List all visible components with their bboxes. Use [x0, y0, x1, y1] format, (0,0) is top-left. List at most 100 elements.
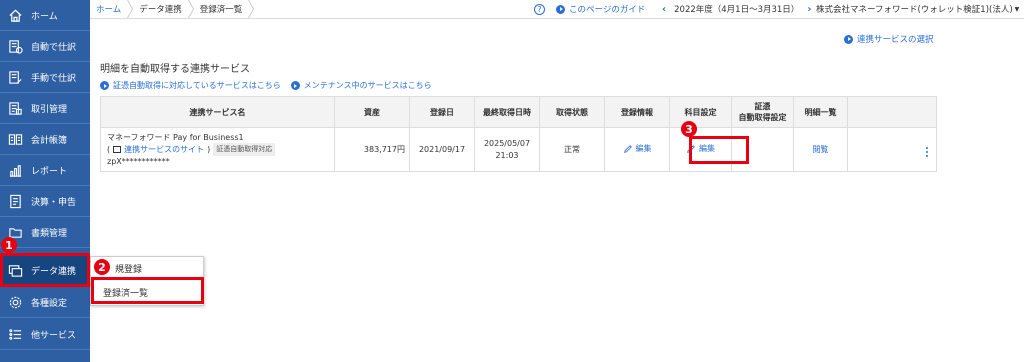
external-link-icon	[113, 146, 122, 153]
col-header: 明細一覧	[793, 96, 848, 128]
kebab-menu-icon[interactable]	[925, 146, 928, 157]
breadcrumb-separator-icon	[187, 0, 194, 18]
reg-info-edit-button[interactable]: 編集	[623, 143, 652, 154]
paren-open: (	[107, 145, 111, 154]
last-fetch-time: 21:03	[495, 150, 519, 160]
step-badge-2: 2	[94, 259, 110, 275]
caret-down-icon: ▼	[1014, 5, 1020, 13]
col-header: 取得状態	[539, 96, 605, 128]
arrow-circle-icon	[844, 34, 853, 44]
sidebar-item-ledger[interactable]: 会計帳簿	[0, 124, 90, 155]
sidebar-item-label: 書類管理	[31, 228, 68, 239]
highlight-box-account-setting	[689, 136, 749, 164]
col-header	[847, 96, 937, 128]
section-title: 明細を自動取得する連携サービス	[100, 64, 250, 75]
col-header: 登録日	[409, 96, 475, 128]
sidebar-item-settings[interactable]: 各種設定	[0, 287, 90, 318]
sidebar-item-label: ホーム	[31, 11, 58, 22]
service-site-link[interactable]: 連携サービスのサイト	[124, 144, 204, 155]
maintenance-services-link[interactable]: メンテナンス中のサービスはこちら	[304, 80, 432, 91]
sidebar-item-transactions[interactable]: 取引管理	[0, 93, 90, 124]
col-header: 証憑 自動取得設定	[731, 96, 794, 128]
sidebar-item-label: 取引管理	[31, 104, 68, 115]
view-detail-link[interactable]: 閲覧	[813, 145, 829, 154]
actions-cell	[847, 127, 937, 172]
sidebar-item-label: 各種設定	[31, 298, 68, 309]
breadcrumb-data-link[interactable]: データ連携	[139, 3, 182, 15]
prev-year-icon[interactable]: ‹	[662, 4, 666, 15]
breadcrumb-current: 登録済一覧	[199, 5, 243, 15]
registered-date-cell: 2021/09/17	[409, 127, 475, 172]
sidebar-item-report[interactable]: レポート	[0, 155, 90, 186]
table-header-row: 連携サービス名 資産 登録日 最終取得日時 取得状態 登録情報 科目設定 証憑 …	[100, 96, 937, 128]
fiscal-year-label: 2022年度（4月1日〜3月31日）	[674, 5, 800, 15]
company-name: 株式会社マネーフォワード(ウォレット検証1)(法人)	[816, 5, 1013, 15]
arrow-circle-icon	[556, 4, 565, 14]
transaction-icon	[6, 99, 24, 117]
select-service-link[interactable]: 連携サービスの選択	[844, 33, 934, 45]
report-icon	[6, 161, 24, 179]
ledger-icon	[6, 130, 24, 148]
col-header: 連携サービス名	[100, 96, 335, 128]
reg-info-cell: 編集	[604, 127, 670, 172]
service-name-cell: マネーフォワード Pay for Business1 ( 連携サービスのサイト …	[100, 127, 335, 172]
highlight-box-data-link	[0, 253, 90, 287]
sidebar-item-label: 他サービス	[31, 330, 77, 341]
auto-journal-icon	[6, 37, 24, 55]
highlight-box-registered-list	[91, 277, 204, 304]
breadcrumb: ホーム データ連携 登録済一覧	[96, 0, 260, 18]
closing-icon	[6, 192, 24, 210]
sidebar: ホーム 自動で仕訳 手動で仕訳 取引管理 会計帳簿 レポート 決算・申告 書類管…	[0, 0, 90, 362]
info-links: 証憑自動取得に対応しているサービスはこちら メンテナンス中のサービスはこちら	[100, 80, 432, 91]
breadcrumb-separator-icon	[127, 0, 134, 18]
sidebar-item-auto-journal[interactable]: 自動で仕訳	[0, 31, 90, 62]
select-service-label: 連携サービスの選択	[857, 35, 934, 45]
col-header: 登録情報	[604, 96, 670, 128]
next-year-icon[interactable]: ›	[807, 4, 811, 15]
last-fetch-cell: 2025/05/07 21:03	[474, 127, 540, 172]
service-name: マネーフォワード Pay for Business1	[107, 133, 244, 142]
sidebar-item-label: 手動で仕訳	[31, 73, 77, 84]
manual-journal-icon	[6, 68, 24, 86]
supported-services-link[interactable]: 証憑自動取得に対応しているサービスはこちら	[113, 80, 281, 91]
list-icon	[6, 325, 24, 343]
sidebar-item-label: 自動で仕訳	[31, 42, 77, 53]
col-header: 最終取得日時	[474, 96, 540, 128]
breadcrumb-separator-icon	[248, 0, 255, 18]
asset-cell: 383,717円	[334, 127, 410, 172]
sidebar-item-label: 決算・申告	[31, 197, 77, 208]
pencil-icon	[623, 144, 632, 153]
sidebar-item-closing[interactable]: 決算・申告	[0, 186, 90, 217]
home-icon	[6, 6, 24, 24]
page-guide-label: このページのガイド	[569, 5, 646, 15]
account-id: zpX************	[107, 157, 170, 166]
step-badge-1: 1	[1, 237, 17, 253]
status-cell: 正常	[539, 127, 605, 172]
sidebar-item-label: レポート	[31, 166, 68, 177]
sidebar-item-label: 会計帳簿	[31, 135, 68, 146]
paren-close: )	[207, 145, 211, 154]
detail-cell: 閲覧	[793, 127, 848, 172]
help-icon[interactable]: ?	[534, 3, 545, 15]
col-header: 科目設定	[669, 96, 732, 128]
linked-services-table: 連携サービス名 資産 登録日 最終取得日時 取得状態 登録情報 科目設定 証憑 …	[100, 96, 937, 172]
last-fetch-date: 2025/05/07	[483, 138, 531, 148]
voucher-auto-tag: 証憑自動取得対応	[213, 143, 276, 156]
table-row: マネーフォワード Pay for Business1 ( 連携サービスのサイト …	[100, 127, 937, 172]
page-guide-link[interactable]: このページのガイド	[556, 0, 645, 18]
col-header: 資産	[334, 96, 410, 128]
arrow-circle-icon	[290, 81, 300, 90]
submenu-item-new[interactable]: 規登録	[115, 262, 142, 275]
service-links: ( 連携サービスのサイト ) 証憑自動取得対応	[107, 143, 330, 156]
fiscal-year-nav: ‹ 2022年度（4月1日〜3月31日） ›	[662, 0, 811, 18]
help-area: ?	[534, 0, 545, 18]
top-bar: ホーム データ連携 登録済一覧 ? このページのガイド ‹ 2022年度（4月1…	[90, 0, 1024, 19]
company-selector[interactable]: 株式会社マネーフォワード(ウォレット検証1)(法人) ▼	[816, 0, 1019, 18]
gear-icon	[6, 293, 24, 311]
sidebar-item-other-services[interactable]: 他サービス	[0, 319, 90, 350]
sidebar-item-home[interactable]: ホーム	[0, 0, 90, 31]
edit-label: 編集	[635, 144, 652, 154]
breadcrumb-home[interactable]: ホーム	[96, 3, 121, 15]
arrow-circle-icon	[100, 81, 109, 90]
sidebar-item-manual-journal[interactable]: 手動で仕訳	[0, 62, 90, 93]
